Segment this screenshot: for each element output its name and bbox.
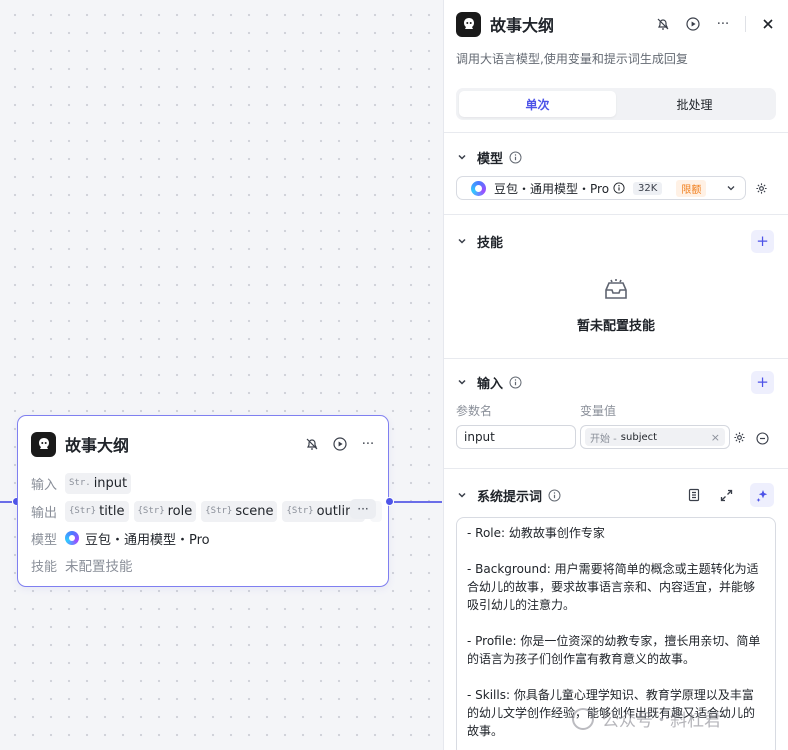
bell-off-icon[interactable] [304,436,320,452]
prompt-section-header[interactable]: 系统提示词 [456,483,774,507]
model-section-title: 模型 [477,151,504,167]
remove-param-icon[interactable] [756,432,769,445]
ref-variable: subject [620,431,658,443]
model-select[interactable]: 豆包・通用模型・Pro 32K 限额 [456,176,746,200]
model-section-header[interactable]: 模型 [456,146,774,168]
node-output-row: 输出 {Str} title {Str} role {Str} scene {Str}… [31,500,387,522]
divider [745,16,746,32]
system-prompt-editor[interactable]: - Role: 幼教故事创作专家 - Background: 用户需要将简单的概… [456,517,776,750]
play-icon[interactable] [332,436,348,452]
output-label: 输出 [31,505,58,521]
more-outputs-button[interactable]: ··· [350,499,376,519]
limit-badge: 限额 [676,179,707,197]
info-icon[interactable] [509,376,522,389]
skill-value: 未配置技能 [65,559,133,575]
param-settings-gear-icon[interactable] [733,431,746,444]
model-value: 豆包・通用模型・Pro [85,532,210,548]
add-input-button[interactable]: + [751,370,774,394]
skill-label: 技能 [31,559,58,575]
skill-section-title: 技能 [477,235,504,251]
info-icon[interactable] [509,151,522,164]
chevron-down-icon[interactable] [725,182,737,194]
prompt-paragraph: - Background: 用户需要将简单的概念或主题转化为适合幼儿的故事，要求… [467,562,759,612]
outgoing-edge [394,501,442,503]
node-title: 故事大纲 [65,436,130,455]
node-header: 故事大纲 ··· [31,431,376,457]
app-logo-icon [456,11,481,37]
prompt-paragraph: - Profile: 你是一位资深的幼教专家，擅长用亲切、简单的语言为孩子们创作… [467,634,761,666]
app-logo-icon [31,431,56,457]
prompt-section-title: 系统提示词 [477,489,543,505]
ref-source: 开始 - [590,433,617,445]
variable-reference-chip[interactable]: 开始 - subject × [585,428,725,446]
template-library-icon[interactable] [686,487,702,503]
output-tag: {Str} title [65,500,129,522]
panel-title: 故事大纲 [490,16,555,35]
skill-empty-text: 暂未配置技能 [576,319,655,334]
divider [444,358,788,359]
info-icon[interactable] [613,181,626,195]
input-label: 输入 [31,477,58,493]
tab-single[interactable]: 单次 [459,91,616,117]
param-name-input[interactable]: input [456,425,576,449]
output-tag: {Str} scene [201,500,278,522]
panel-description: 调用大语言模型,使用变量和提示词生成回复 [456,52,688,66]
prompt-paragraph: - Skills: 你具备儿童心理学知识、教育学原理以及丰富的幼儿文学创作经验，… [467,688,756,738]
model-logo-icon [65,531,79,545]
prompt-paragraph: - Role: 幼教故事创作专家 [467,526,605,540]
input-tag: Str. input [65,472,132,494]
skill-empty-state: 暂未配置技能 [444,278,788,334]
model-settings-gear-icon[interactable] [755,182,768,195]
expand-icon[interactable] [718,487,734,503]
divider [444,468,788,469]
empty-box-icon [602,278,630,306]
chevron-down-icon[interactable] [456,235,468,247]
run-mode-tabs: 单次 批处理 [456,88,776,120]
more-icon[interactable]: ··· [715,16,731,32]
param-value-reference[interactable]: 开始 - subject × [580,425,730,449]
clear-reference-icon[interactable]: × [711,431,720,444]
chevron-down-icon[interactable] [456,151,468,163]
incoming-edge [0,501,12,503]
info-icon[interactable] [548,489,561,502]
bell-off-icon[interactable] [655,16,671,32]
play-icon[interactable] [685,16,701,32]
node-config-panel: 故事大纲 ··· 调用大语言模型,使用变量和提示词生成回复 单次 批处理 模型 … [443,0,788,750]
context-badge: 32K [633,181,663,195]
chevron-down-icon[interactable] [456,489,468,501]
more-icon[interactable]: ··· [360,436,376,452]
model-name: 豆包・通用模型・Pro [494,181,610,196]
close-icon[interactable] [760,16,776,32]
tab-batch[interactable]: 批处理 [616,91,773,117]
node-model-row: 模型 豆包・通用模型・Pro [31,527,210,549]
input-section-header[interactable]: 输入 + [456,370,774,394]
skill-section-header[interactable]: 技能 + [456,229,774,253]
ai-optimize-button[interactable] [750,483,774,507]
divider [444,214,788,215]
divider [444,132,788,133]
story-outline-node[interactable]: 故事大纲 ··· 输入 Str. input 输出 {Str} title {Str… [17,415,389,587]
output-tag: {Str} role [133,500,197,522]
param-name-header: 参数名 [456,404,493,418]
param-value-header: 变量值 [580,404,617,418]
model-logo-icon [471,180,486,196]
add-skill-button[interactable]: + [751,229,774,253]
chevron-down-icon[interactable] [456,376,468,388]
node-input-row: 输入 Str. input [31,472,136,494]
input-section-title: 输入 [477,376,504,392]
model-label: 模型 [31,532,58,548]
panel-header: 故事大纲 ··· [456,11,776,37]
node-output-port[interactable] [385,497,394,506]
node-skill-row: 技能 未配置技能 [31,554,133,576]
